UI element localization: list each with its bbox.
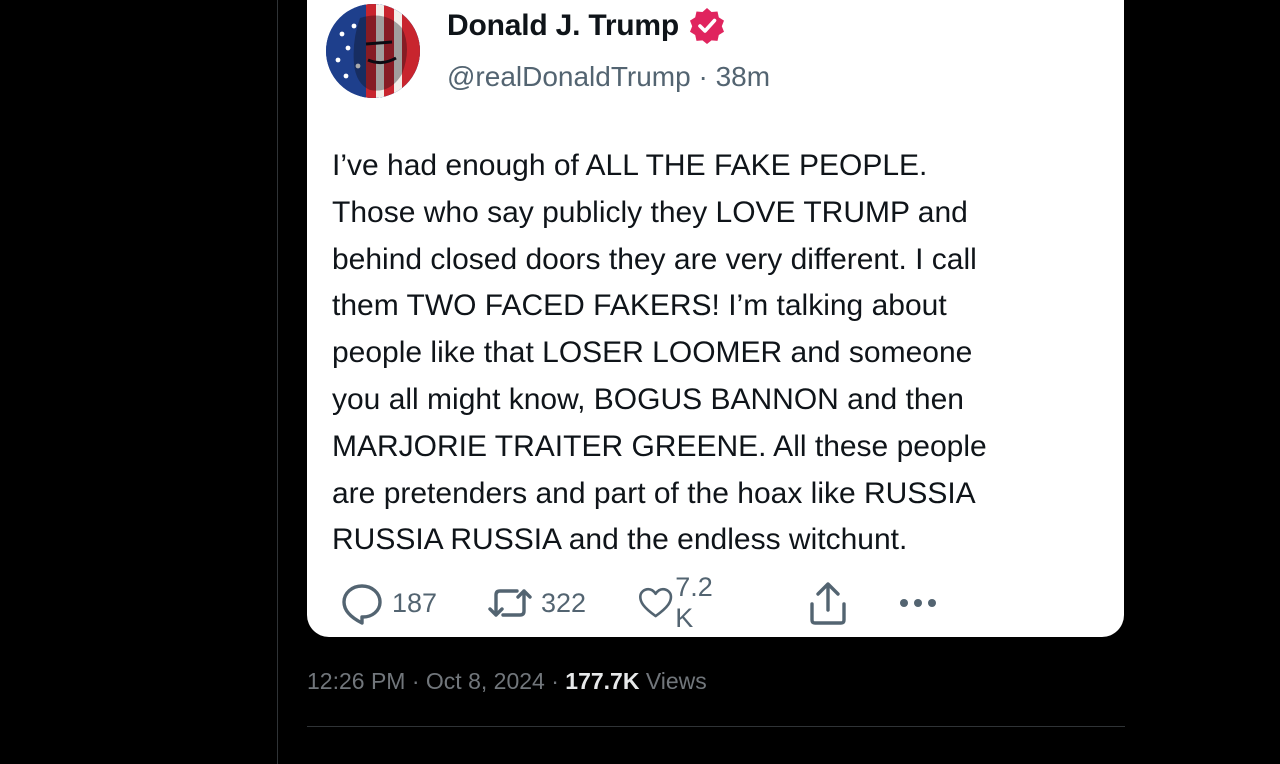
repost-button[interactable]: 322: [487, 578, 586, 628]
post-text-line: you all might know, BOGUS BANNON and the…: [332, 382, 964, 416]
heart-icon: [638, 587, 673, 618]
verified-badge-icon: [690, 8, 725, 44]
avatar-image: [326, 4, 420, 98]
post-metadata: 12:26 PM · Oct 8, 2024 · 177.7K Views: [307, 668, 707, 695]
post-text-line: behind closed doors they are very differ…: [332, 242, 977, 276]
repost-count: 322: [541, 587, 587, 618]
like-count: 7.2 K: [675, 572, 713, 633]
reply-icon: [342, 584, 382, 625]
post-time-ago[interactable]: 38m: [716, 61, 770, 92]
meta-separator: ·: [411, 668, 420, 694]
post-text-line: are pretenders and part of the hoax like…: [332, 476, 976, 510]
section-divider: [307, 726, 1125, 727]
post-text-line: MARJORIE TRAITER GREENE. All these peopl…: [332, 429, 987, 463]
timeline-left-border: [277, 0, 278, 764]
author-avatar[interactable]: [326, 4, 420, 98]
like-button[interactable]: 7.2 K: [638, 572, 724, 633]
post-text-line: people like that LOSER LOOMER and someon…: [332, 336, 973, 370]
post-time[interactable]: 12:26 PM: [307, 668, 405, 694]
post-text-line: I’ve had enough of ALL THE FAKE PEOPLE.: [332, 149, 928, 182]
post-text-line: RUSSIA RUSSIA and the endless witchunt.: [332, 523, 908, 557]
reply-count: 187: [392, 587, 438, 618]
views-label: Views: [645, 668, 707, 694]
post-date[interactable]: Oct 8, 2024: [426, 668, 545, 694]
share-button[interactable]: [806, 578, 850, 628]
repost-icon: [488, 589, 532, 617]
author-name-row: Donald J. Trump: [447, 8, 725, 44]
handle-separator: ·: [698, 61, 708, 92]
author-handle[interactable]: @realDonaldTrump: [447, 61, 691, 92]
author-name[interactable]: Donald J. Trump: [447, 9, 679, 43]
meta-separator: ·: [551, 668, 559, 694]
reply-button[interactable]: 187: [340, 578, 437, 628]
author-handle-row: @realDonaldTrump · 38m: [447, 61, 770, 93]
more-button[interactable]: [895, 578, 941, 628]
views-count: 177.7K: [565, 668, 640, 694]
post-text-line: them TWO FACED FAKERS! I’m talking about: [332, 289, 947, 323]
post-text-line: Those who say publicly they LOVE TRUMP a…: [332, 195, 968, 229]
post-text: I’ve had enough of ALL THE FAKE PEOPLE. …: [332, 143, 1092, 564]
share-icon: [810, 582, 846, 625]
more-icon: [900, 599, 936, 607]
